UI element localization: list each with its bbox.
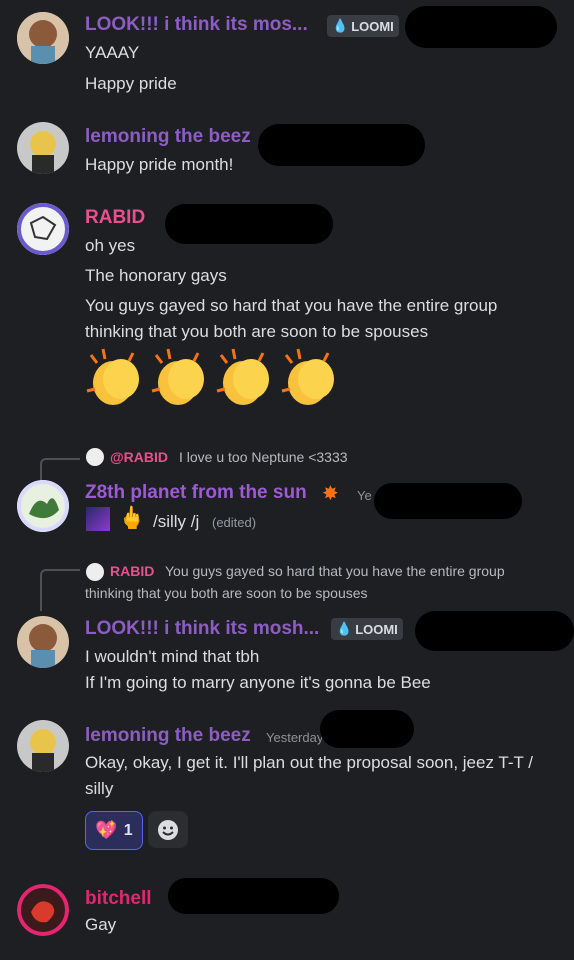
reaction-button[interactable]: 💖 1 — [85, 811, 143, 850]
sparkling-heart-icon: 💖 — [95, 820, 118, 840]
message-text: I wouldn't mind that tbh — [85, 647, 260, 666]
author-name[interactable]: LOOK!!! i think its mosh... — [85, 618, 319, 640]
server-tag[interactable]: 💧 LOOMI — [327, 15, 399, 37]
avatar[interactable] — [17, 616, 69, 668]
message-text: You guys gayed so hard that you have the… — [85, 296, 498, 315]
add-reaction-button[interactable] — [148, 811, 188, 848]
redaction — [320, 710, 414, 748]
avatar[interactable] — [17, 122, 69, 174]
author-name[interactable]: RABID — [85, 207, 145, 229]
redaction — [165, 204, 333, 244]
message-text: /silly /j — [153, 512, 200, 531]
clapping-hands-icon — [151, 348, 204, 405]
reply-connector — [40, 458, 80, 482]
author-name[interactable]: lemoning the beez — [85, 126, 251, 148]
reply-avatar[interactable] — [86, 563, 104, 581]
reply-preview[interactable]: You guys gayed so hard that you have the… — [165, 563, 505, 579]
reply-preview[interactable]: I love u too Neptune <3333 — [179, 449, 348, 465]
clapping-hands-icon — [281, 348, 334, 405]
flame-icon: 💧 — [336, 621, 353, 636]
redaction — [374, 483, 522, 519]
avatar[interactable] — [17, 884, 69, 936]
reply-connector — [40, 569, 80, 611]
message-text: thinking that you both are soon to be sp… — [85, 322, 429, 341]
message-text: If I'm going to marry anyone it's gonna … — [85, 673, 431, 692]
reply-author[interactable]: @RABID — [110, 449, 168, 465]
author-name[interactable]: lemoning the beez — [85, 725, 251, 747]
reply-author[interactable]: RABID — [110, 563, 154, 579]
redaction — [415, 611, 574, 651]
message-text: The honorary gays — [85, 266, 227, 285]
server-tag[interactable]: 💧 LOOMI — [331, 618, 403, 640]
clapping-hands-icon — [86, 348, 139, 405]
reaction-count: 1 — [123, 821, 133, 839]
edited-label: (edited) — [212, 515, 257, 530]
timestamp: Ye — [357, 488, 372, 503]
avatar[interactable] — [17, 203, 69, 255]
custom-emoji — [86, 507, 110, 531]
message-text: Okay, okay, I get it. I'll plan out the … — [85, 753, 534, 772]
redaction — [168, 878, 339, 914]
message-text: silly — [85, 779, 114, 798]
collision-icon: ✸ — [322, 483, 339, 505]
message-text: Gay — [85, 915, 117, 934]
reply-preview[interactable]: thinking that you both are soon to be sp… — [85, 585, 368, 601]
reply-avatar[interactable] — [86, 448, 104, 466]
clapping-hands-icon — [216, 348, 269, 405]
avatar[interactable] — [17, 12, 69, 64]
avatar[interactable] — [17, 720, 69, 772]
message-text: Happy pride month! — [85, 155, 234, 174]
smiley-icon — [158, 819, 178, 840]
redaction — [405, 6, 557, 48]
flame-icon: 💧 — [332, 18, 349, 33]
message-text: YAAAY — [85, 43, 140, 62]
message-text: Happy pride — [85, 74, 177, 93]
timestamp: Yesterday — [266, 730, 324, 745]
message-text: oh yes — [85, 236, 136, 255]
redaction — [258, 124, 425, 166]
author-name[interactable]: Z8th planet from the sun — [85, 482, 307, 504]
avatar[interactable] — [17, 480, 69, 532]
middle-finger-icon: 🖕 — [118, 505, 146, 530]
author-name[interactable]: bitchell — [85, 888, 152, 910]
author-name[interactable]: LOOK!!! i think its mos... — [85, 14, 308, 36]
